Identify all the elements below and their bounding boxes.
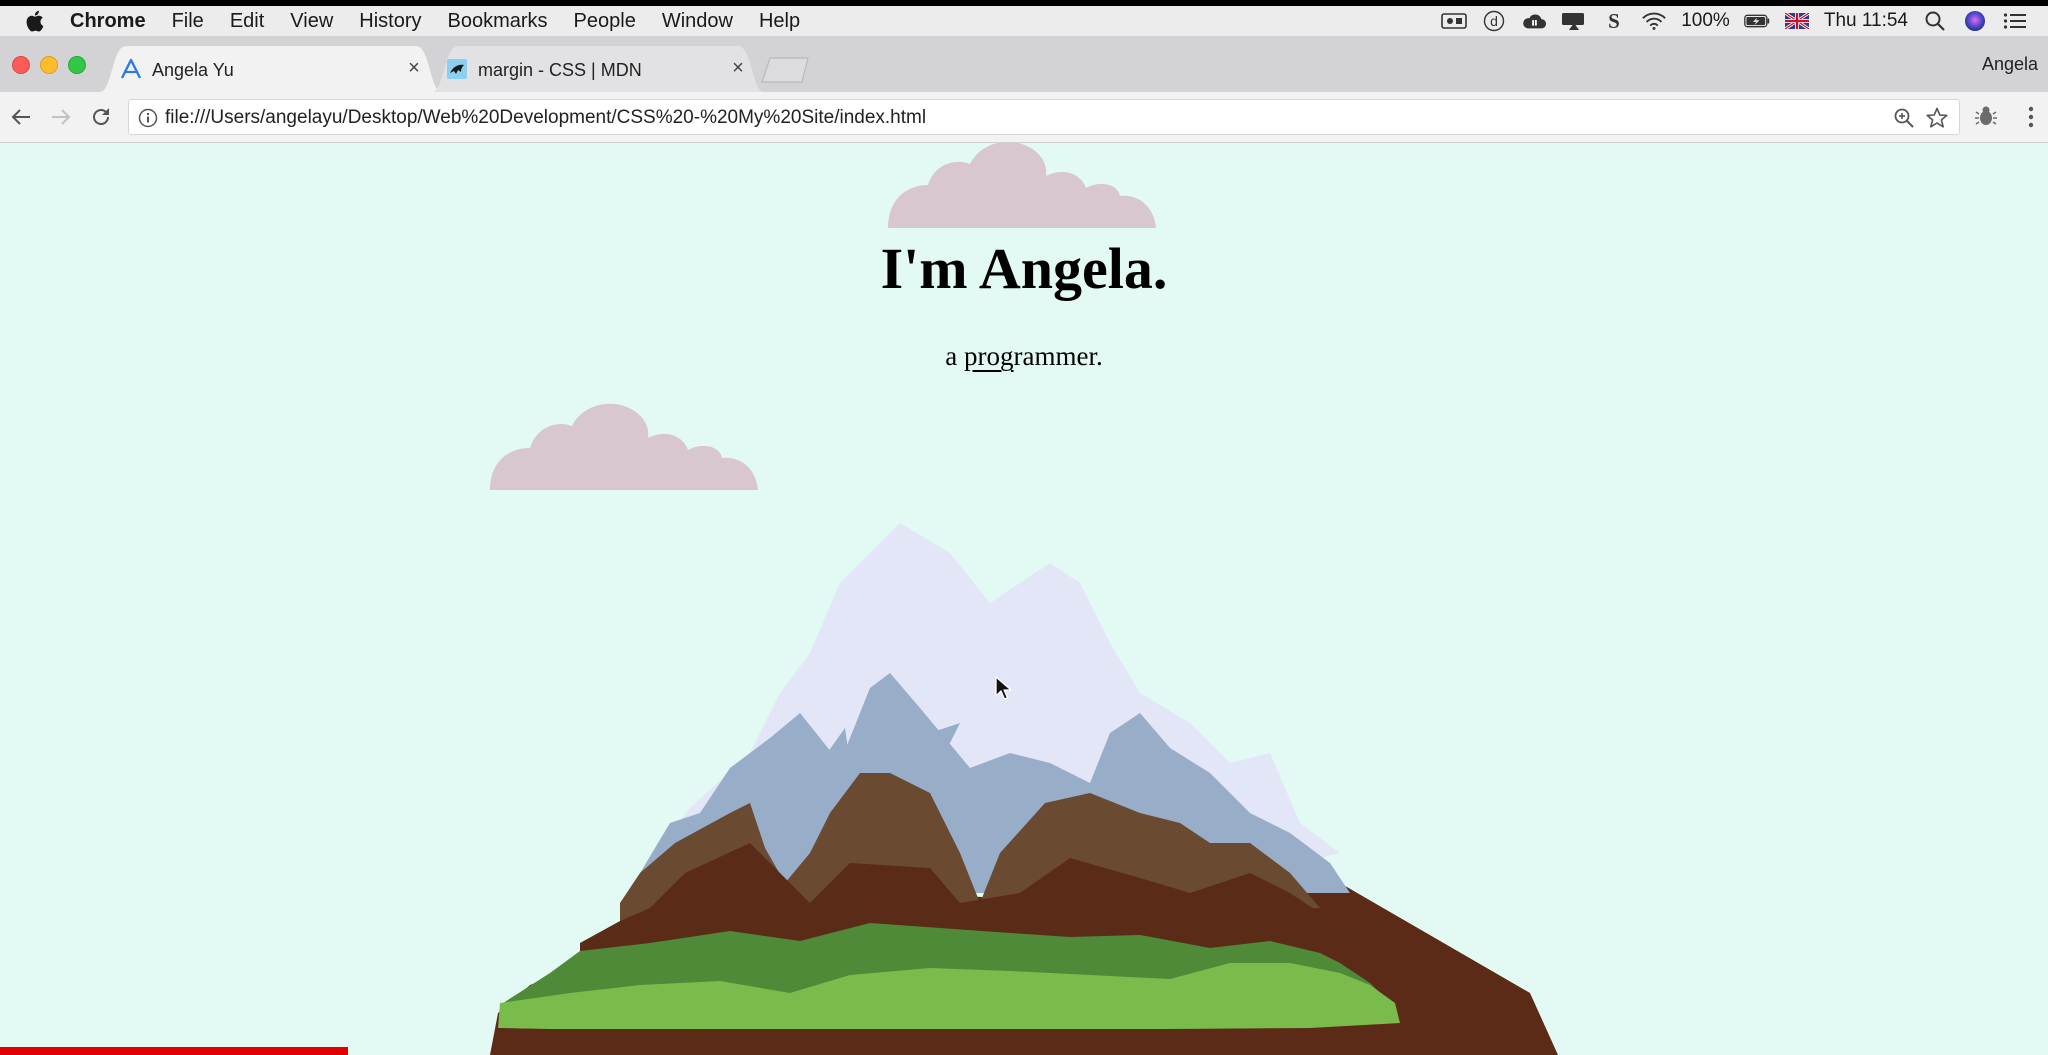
tab-strip: Angela Yu × margin - CSS | MDN × Angela (0, 36, 2048, 92)
new-tab-button[interactable] (760, 56, 812, 89)
mountain-illustration (490, 523, 1558, 1055)
menu-clock[interactable]: Thu 11:54 (1824, 10, 1908, 32)
screen-record-icon[interactable] (1441, 10, 1468, 32)
page-subtitle: a programmer. (0, 341, 2048, 372)
reload-icon[interactable] (88, 104, 114, 130)
apple-menu-icon[interactable] (24, 9, 48, 33)
d-circle-icon[interactable]: d (1481, 10, 1507, 32)
browser-toolbar: file:///Users/angelayu/Desktop/Web%20Dev… (0, 92, 2048, 143)
menu-history[interactable]: History (359, 10, 421, 33)
url-text[interactable]: file:///Users/angelayu/Desktop/Web%20Dev… (165, 107, 926, 129)
bookmark-star-icon[interactable] (1925, 106, 1949, 135)
back-arrow-icon[interactable] (8, 104, 34, 130)
window-close-button[interactable] (12, 56, 30, 74)
web-page-content: I'm Angela. a programmer. (0, 143, 2048, 1055)
spotlight-search-icon[interactable] (1922, 10, 1948, 32)
menu-app-name[interactable]: Chrome (70, 10, 146, 33)
battery-percent: 100% (1681, 10, 1730, 31)
window-zoom-button[interactable] (68, 56, 86, 74)
subtitle-prefix: a (945, 341, 964, 371)
menu-file[interactable]: File (172, 10, 204, 33)
menu-help[interactable]: Help (759, 10, 800, 33)
cloud-sync-icon[interactable] (1521, 10, 1547, 32)
cloud-left-image (490, 403, 758, 490)
cloud-top-image (888, 143, 1156, 228)
subtitle-suffix: rammer. (1013, 341, 1103, 371)
svg-text:d: d (1490, 13, 1498, 29)
tab-title: margin - CSS | MDN (478, 60, 642, 80)
svg-text:S: S (1608, 10, 1620, 32)
bug-extension-icon[interactable] (1974, 104, 1998, 133)
window-minimize-button[interactable] (40, 56, 58, 74)
tab-mdn-margin[interactable]: margin - CSS | MDN × (432, 46, 764, 92)
info-icon[interactable] (138, 108, 158, 133)
zoom-icon[interactable] (1893, 107, 1915, 134)
menu-view[interactable]: View (290, 10, 333, 33)
forward-arrow-icon[interactable] (48, 104, 74, 130)
tab-angela-yu[interactable]: Angela Yu × (100, 46, 442, 92)
menu-people[interactable]: People (574, 10, 636, 33)
menu-bar-tray: d S 100% Thu 11:54 (1441, 6, 2028, 36)
tab-title: Angela Yu (152, 60, 234, 80)
uk-flag-icon[interactable] (1784, 10, 1810, 32)
tab-close-icon[interactable]: × (726, 56, 750, 80)
mdn-icon (446, 58, 468, 80)
battery-icon[interactable] (1744, 10, 1770, 32)
macos-menu-bar: Chrome File Edit View History Bookmarks … (0, 6, 2048, 36)
siri-icon[interactable] (1962, 10, 1988, 32)
page-heading: I'm Angela. (880, 236, 1168, 301)
address-bar[interactable]: file:///Users/angelayu/Desktop/Web%20Dev… (128, 99, 1960, 135)
menu-edit[interactable]: Edit (230, 10, 264, 33)
script-s-icon[interactable]: S (1601, 10, 1627, 32)
tab-close-icon[interactable]: × (402, 56, 426, 80)
profile-name[interactable]: Angela (1982, 54, 2038, 75)
menu-window[interactable]: Window (662, 10, 733, 33)
airplay-icon[interactable] (1561, 10, 1587, 32)
menu-bookmarks[interactable]: Bookmarks (448, 10, 548, 33)
browser-menu-icon[interactable] (2028, 106, 2034, 133)
subtitle-underlined: prog (964, 341, 1014, 371)
notification-center-icon[interactable] (2002, 10, 2028, 32)
angela-yu-icon (120, 58, 142, 80)
mouse-cursor-icon (995, 676, 1012, 700)
video-progress-bar (0, 1047, 348, 1055)
wifi-icon[interactable] (1641, 10, 1667, 32)
